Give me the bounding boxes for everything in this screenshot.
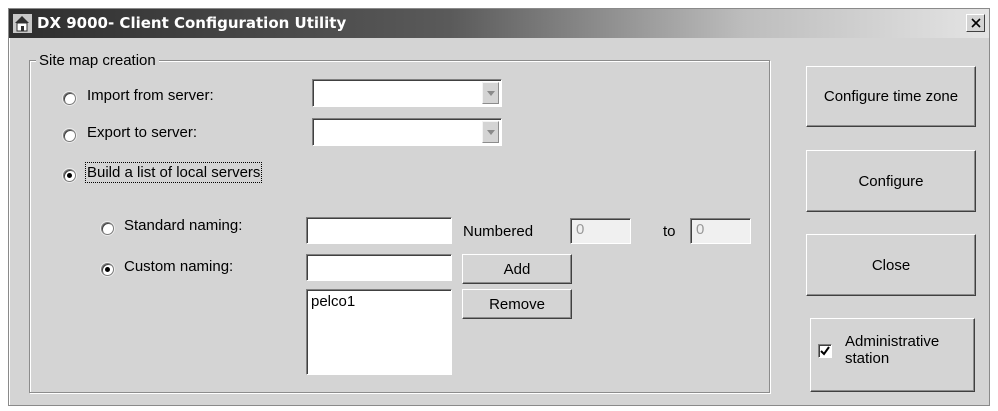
checkmark-icon xyxy=(820,346,830,356)
build-list-radio[interactable] xyxy=(63,169,76,182)
window-title: DX 9000- Client Configuration Utility xyxy=(37,14,347,32)
number-from-input[interactable]: 0 xyxy=(570,218,631,244)
export-server-combo[interactable] xyxy=(312,118,502,146)
list-item[interactable]: pelco1 xyxy=(311,293,355,310)
custom-naming-radio[interactable] xyxy=(101,263,114,276)
custom-naming-input[interactable] xyxy=(306,254,452,281)
radio-selected-dot xyxy=(105,267,110,272)
number-from-value: 0 xyxy=(576,221,585,238)
window-close-button[interactable] xyxy=(966,14,985,32)
build-list-label[interactable]: Build a list of local servers xyxy=(84,162,263,183)
chevron-down-icon xyxy=(487,91,495,96)
radio-selected-dot xyxy=(67,173,72,178)
number-to-input[interactable]: 0 xyxy=(690,218,751,244)
configure-button[interactable]: Configure xyxy=(806,150,976,212)
title-bar[interactable]: DX 9000- Client Configuration Utility xyxy=(9,9,989,38)
export-dropdown-button[interactable] xyxy=(482,121,499,143)
server-listbox[interactable]: pelco1 xyxy=(306,289,452,375)
import-radio[interactable] xyxy=(63,92,76,105)
import-server-combo[interactable] xyxy=(312,79,502,107)
admin-station-checkbox[interactable] xyxy=(818,344,832,358)
close-x-icon xyxy=(971,18,981,28)
standard-naming-label[interactable]: Standard naming: xyxy=(124,217,242,234)
numbered-label: Numbered xyxy=(463,223,534,240)
import-dropdown-button[interactable] xyxy=(482,82,499,104)
to-label: to xyxy=(663,223,676,240)
standard-naming-radio[interactable] xyxy=(101,222,114,235)
export-label[interactable]: Export to server: xyxy=(87,124,197,141)
house-network-icon xyxy=(13,14,32,33)
standard-naming-input[interactable] xyxy=(306,217,452,244)
remove-button[interactable]: Remove xyxy=(462,289,572,319)
configure-time-zone-button[interactable]: Configure time zone xyxy=(806,66,976,127)
number-to-value: 0 xyxy=(696,221,705,238)
admin-station-label[interactable]: Administrative station xyxy=(845,333,965,367)
import-label[interactable]: Import from server: xyxy=(87,87,214,104)
close-button[interactable]: Close xyxy=(806,234,976,296)
chevron-down-icon xyxy=(487,130,495,135)
custom-naming-label[interactable]: Custom naming: xyxy=(124,258,233,275)
export-radio[interactable] xyxy=(63,129,76,142)
add-button[interactable]: Add xyxy=(462,254,572,284)
site-map-group-label: Site map creation xyxy=(36,52,159,69)
